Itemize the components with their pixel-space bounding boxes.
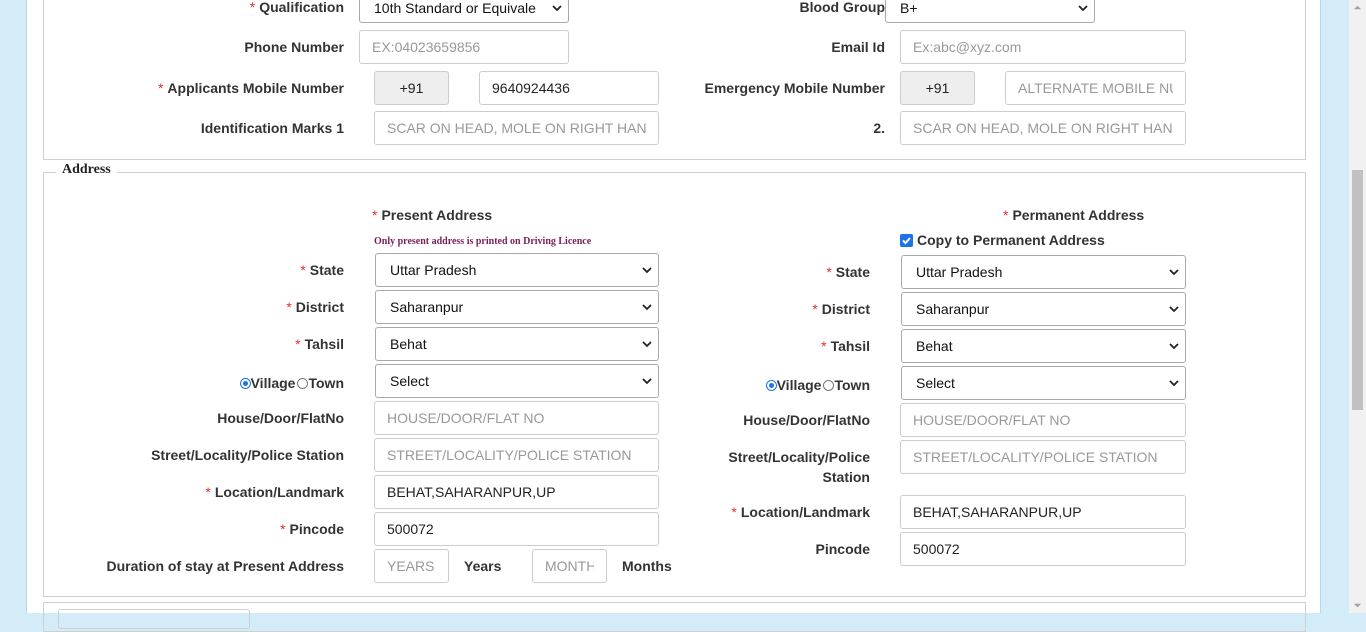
- present-address-title: * Present Address: [372, 207, 493, 223]
- duration-months-input[interactable]: [532, 549, 607, 583]
- present-district-label: * District: [286, 299, 344, 315]
- present-pincode-input[interactable]: [374, 512, 659, 546]
- chevron-down-icon: [642, 378, 652, 385]
- months-label: Months: [622, 558, 672, 574]
- phone-label: Phone Number: [244, 39, 344, 55]
- duration-years-input[interactable]: [374, 549, 449, 583]
- permanent-district-select[interactable]: Saharanpur: [901, 292, 1186, 326]
- permanent-address-title: * Permanent Address: [1003, 207, 1145, 223]
- present-state-select[interactable]: Uttar Pradesh: [375, 253, 659, 287]
- scroll-up-arrow-icon[interactable]: [1353, 3, 1362, 12]
- permanent-pincode-label: Pincode: [815, 541, 870, 557]
- present-street-input[interactable]: [374, 438, 659, 472]
- permanent-street-label-line1: Street/Locality/Police: [728, 449, 870, 465]
- present-location-input[interactable]: [374, 475, 659, 509]
- permanent-house-input[interactable]: [900, 403, 1186, 437]
- permanent-town-radio[interactable]: [823, 380, 835, 391]
- present-village-town-select[interactable]: Select: [375, 364, 659, 398]
- years-label: Years: [464, 558, 502, 574]
- mobile-country-code: +91: [374, 71, 449, 105]
- present-tahsil-label: * Tahsil: [295, 336, 344, 352]
- blood-group-label: Blood Group: [799, 0, 885, 15]
- permanent-tahsil-label: * Tahsil: [821, 338, 870, 354]
- permanent-village-town-select[interactable]: Select: [901, 366, 1186, 400]
- identification-marks-1-input[interactable]: [374, 111, 659, 145]
- qualification-label: * Qualification: [249, 0, 344, 15]
- mobile-label: * Applicants Mobile Number: [157, 80, 344, 96]
- email-input[interactable]: [900, 30, 1186, 64]
- present-pincode-label: * Pincode: [280, 521, 344, 537]
- present-tahsil-select[interactable]: Behat: [375, 327, 659, 361]
- chevron-down-icon: [1169, 343, 1179, 350]
- present-house-label: House/Door/FlatNo: [217, 410, 344, 426]
- identification-marks-1-label: Identification Marks 1: [200, 120, 344, 136]
- identification-marks-2-input[interactable]: [900, 111, 1186, 145]
- present-town-radio[interactable]: [297, 378, 309, 389]
- copy-to-permanent-checkbox[interactable]: [900, 234, 913, 247]
- permanent-street-label: Street/Locality/Police Station: [700, 447, 870, 487]
- permanent-state-label: * State: [826, 264, 870, 280]
- chevron-down-icon: [1169, 306, 1179, 313]
- chevron-down-icon: [642, 341, 652, 348]
- permanent-pincode-input[interactable]: [900, 532, 1186, 566]
- present-street-label: Street/Locality/Police Station: [151, 447, 344, 463]
- scrollbar-thumb[interactable]: [1352, 170, 1363, 410]
- chevron-down-icon: [552, 5, 562, 12]
- copy-to-permanent-label: Copy to Permanent Address: [917, 232, 1105, 248]
- permanent-house-label: House/Door/FlatNo: [743, 412, 870, 428]
- present-village-radio[interactable]: [239, 378, 251, 389]
- chevron-down-icon: [1078, 5, 1088, 12]
- qualification-select[interactable]: 10th Standard or Equivale: [359, 0, 569, 23]
- identification-marks-2-label: 2.: [873, 120, 885, 136]
- next-fieldset-button[interactable]: [58, 609, 250, 629]
- emergency-country-code: +91: [900, 71, 975, 105]
- permanent-street-input[interactable]: [900, 440, 1186, 474]
- blood-group-select[interactable]: B+: [885, 0, 1095, 23]
- scroll-down-arrow-icon[interactable]: [1353, 601, 1362, 610]
- mobile-input[interactable]: [479, 71, 659, 105]
- permanent-village-town-radios: Village Town: [700, 375, 870, 395]
- present-district-select[interactable]: Saharanpur: [375, 290, 659, 324]
- email-label: Email Id: [831, 39, 885, 55]
- chevron-down-icon: [1169, 269, 1179, 276]
- chevron-down-icon: [642, 304, 652, 311]
- present-state-label: * State: [300, 262, 344, 278]
- present-address-note: Only present address is printed on Drivi…: [374, 236, 592, 247]
- permanent-village-radio[interactable]: [765, 380, 777, 391]
- duration-label: Duration of stay at Present Address: [106, 558, 344, 574]
- permanent-street-label-line2: Station: [822, 469, 870, 485]
- phone-input[interactable]: [359, 30, 569, 64]
- present-house-input[interactable]: [374, 401, 659, 435]
- present-location-label: * Location/Landmark: [205, 484, 344, 500]
- chevron-down-icon: [642, 267, 652, 274]
- present-village-town-radios: Village Town: [150, 373, 344, 393]
- chevron-down-icon: [1169, 380, 1179, 387]
- permanent-tahsil-select[interactable]: Behat: [901, 329, 1186, 363]
- permanent-location-input[interactable]: [900, 495, 1186, 529]
- permanent-location-label: * Location/Landmark: [731, 504, 870, 520]
- address-legend: Address: [56, 162, 117, 178]
- permanent-state-select[interactable]: Uttar Pradesh: [901, 255, 1186, 289]
- permanent-district-label: * District: [812, 301, 870, 317]
- emergency-mobile-input[interactable]: [1005, 71, 1186, 105]
- emergency-mobile-label: Emergency Mobile Number: [704, 80, 886, 96]
- checkmark-icon: [902, 237, 911, 245]
